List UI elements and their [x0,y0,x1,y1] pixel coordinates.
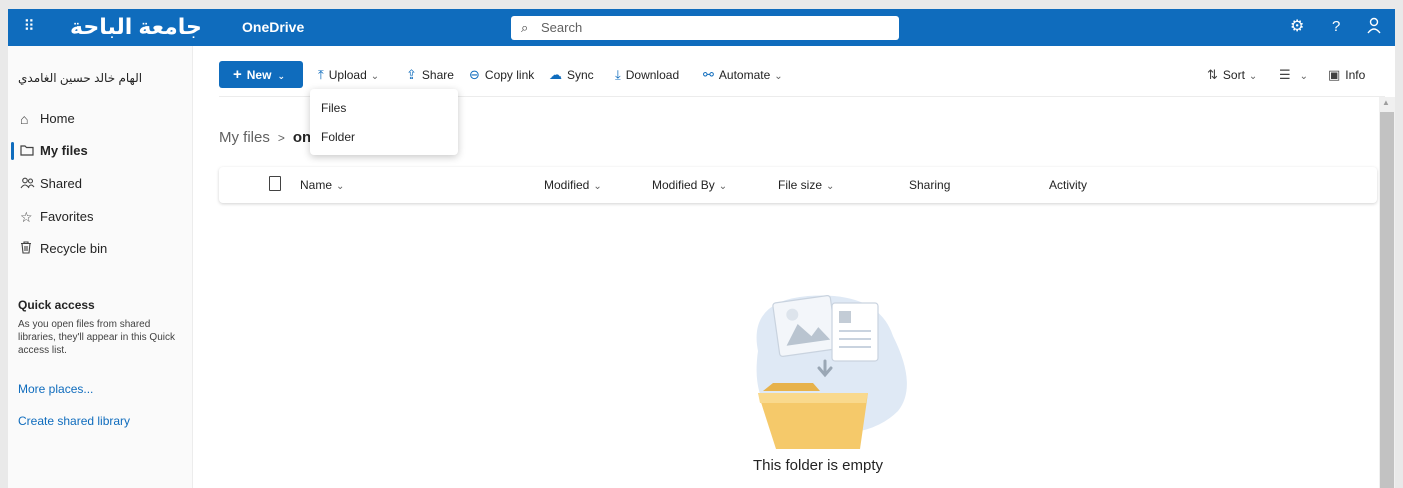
chevron-down-icon: ⌄ [826,181,835,192]
info-pane-icon: ▣ [1328,67,1341,82]
info-label: Info [1345,68,1366,82]
search-icon: ⌕ [521,20,529,35]
download-button[interactable]: ⤓ Download [615,61,679,88]
photo-card-shape [772,295,838,357]
empty-folder-illustration [756,295,907,449]
nav-home[interactable]: ⌂ Home [8,105,193,133]
folder-icon [20,137,34,165]
share-label: Share [421,68,454,82]
upload-files-item[interactable]: Files [321,100,346,116]
column-activity[interactable]: Activity [1049,178,1087,192]
nav-label: Recycle bin [40,241,108,256]
column-name[interactable]: Name ⌄ [300,178,344,194]
file-type-icon [269,176,281,191]
automate-label: Automate [718,68,771,82]
top-bar: ⠿ جامعة الباحة OneDrive ⌕ Search ⚙ ? [8,9,1395,46]
chevron-down-icon: ⌄ [774,71,783,82]
copy-link-button[interactable]: ⊖ Copy link [469,61,534,88]
sync-icon: ☁ [549,67,562,82]
column-label: Activity [1049,178,1088,192]
column-label: File size [778,178,823,192]
more-places-link[interactable]: More places... [18,382,93,396]
sync-label: Sync [567,68,594,82]
plus-icon: + [233,66,242,83]
list-view-icon: ☰ [1279,67,1291,82]
person-icon[interactable] [1367,17,1381,41]
onedrive-window: ⠿ جامعة الباحة OneDrive ⌕ Search ⚙ ? اله… [8,9,1395,488]
download-icon: ⤓ [615,67,621,82]
app-name[interactable]: OneDrive [242,19,304,35]
breadcrumb-current: on [292,129,312,146]
column-modified[interactable]: Modified ⌄ [544,178,602,194]
automate-button[interactable]: ⚯ Automate ⌄ [703,61,783,88]
chevron-down-icon: ⌄ [1299,71,1309,82]
home-icon: ⌂ [20,111,29,127]
empty-folder-message: This folder is empty [752,457,884,474]
org-name[interactable]: جامعة الباحة [70,11,202,43]
nav-label: Home [40,111,75,126]
left-nav: الهام خالد حسين الغامدي ⌂ Home My files … [8,46,193,488]
breadcrumb-root[interactable]: My files [219,129,270,146]
help-button[interactable]: ? [1332,17,1340,37]
upload-icon: ⤒ [318,67,324,82]
nav-shared[interactable]: Shared [8,170,193,198]
trash-icon [20,235,32,263]
sort-icon: ⇅ [1207,67,1218,82]
new-label: New [246,68,272,82]
share-icon: ⇪ [406,67,417,82]
nav-label: My files [40,143,88,158]
download-label: Download [625,68,680,82]
view-options-button[interactable]: ☰ ⌄ [1279,61,1308,88]
quick-access-description: As you open files from shared libraries,… [18,319,175,356]
chevron-down-icon: ⌄ [718,181,728,192]
command-bar: + New ⌄ ⤒ Upload ⌄ ⇪ Share ⊖ Copy link ☁ Sync ⤓… [219,61,1379,91]
scroll-up-arrow-icon[interactable]: ▲ [1382,98,1390,107]
nav-favorites[interactable]: ☆ Favorites [8,203,193,231]
chevron-down-icon: ⌄ [336,181,345,192]
chevron-down-icon: ⌄ [1248,71,1258,82]
search-input[interactable]: ⌕ Search [511,16,899,40]
waffle-grid-icon[interactable]: ⠿ [20,18,38,36]
nav-recycle-bin[interactable]: Recycle bin [8,235,193,263]
column-file-size[interactable]: File size ⌄ [778,178,834,194]
nav-label: Favorites [40,209,94,224]
document-card-shape [831,302,879,362]
automate-icon: ⚯ [703,67,714,82]
column-modified-by[interactable]: Modified By ⌄ [652,178,727,194]
people-icon [20,170,35,198]
upload-label: Upload [328,68,367,82]
nav-my-files[interactable]: My files [8,137,193,165]
new-button[interactable]: + New ⌄ [219,61,303,88]
column-label: Sharing [909,178,951,192]
share-button[interactable]: ⇪ Share [406,61,454,88]
scrollbar-thumb[interactable] [1380,112,1394,488]
column-sharing[interactable]: Sharing [909,178,950,192]
column-label: Modified By [652,178,715,192]
chevron-down-icon: ⌄ [370,71,380,82]
breadcrumb: My files > on [219,129,311,146]
upload-folder-item[interactable]: Folder [321,129,355,145]
link-icon: ⊖ [469,67,480,82]
upload-menu: Files Folder [310,89,458,155]
column-label: Modified [544,178,590,192]
upload-button[interactable]: ⤒ Upload ⌄ [318,61,379,88]
search-placeholder: Search [541,20,583,35]
file-list-header: Name ⌄ Modified ⌄ Modified By ⌄ File size ⌄ … [219,167,1377,203]
chevron-down-icon: ⌄ [593,181,602,192]
chevron-right-icon: > [277,131,285,145]
copy-link-label: Copy link [484,68,535,82]
sort-button[interactable]: ⇅ Sort ⌄ [1207,61,1257,88]
sort-label: Sort [1222,68,1245,82]
star-icon: ☆ [20,209,33,225]
info-button[interactable]: ▣ Info [1328,61,1365,88]
quick-access-title: Quick access [18,298,95,312]
gear-icon[interactable]: ⚙ [1290,17,1304,37]
sync-button[interactable]: ☁ Sync [549,61,594,88]
create-shared-library-link[interactable]: Create shared library [18,414,130,428]
user-name: الهام خالد حسين الغامدي [18,71,143,85]
nav-label: Shared [40,176,82,191]
chevron-down-icon: ⌄ [277,71,285,81]
column-label: Name [300,178,333,192]
